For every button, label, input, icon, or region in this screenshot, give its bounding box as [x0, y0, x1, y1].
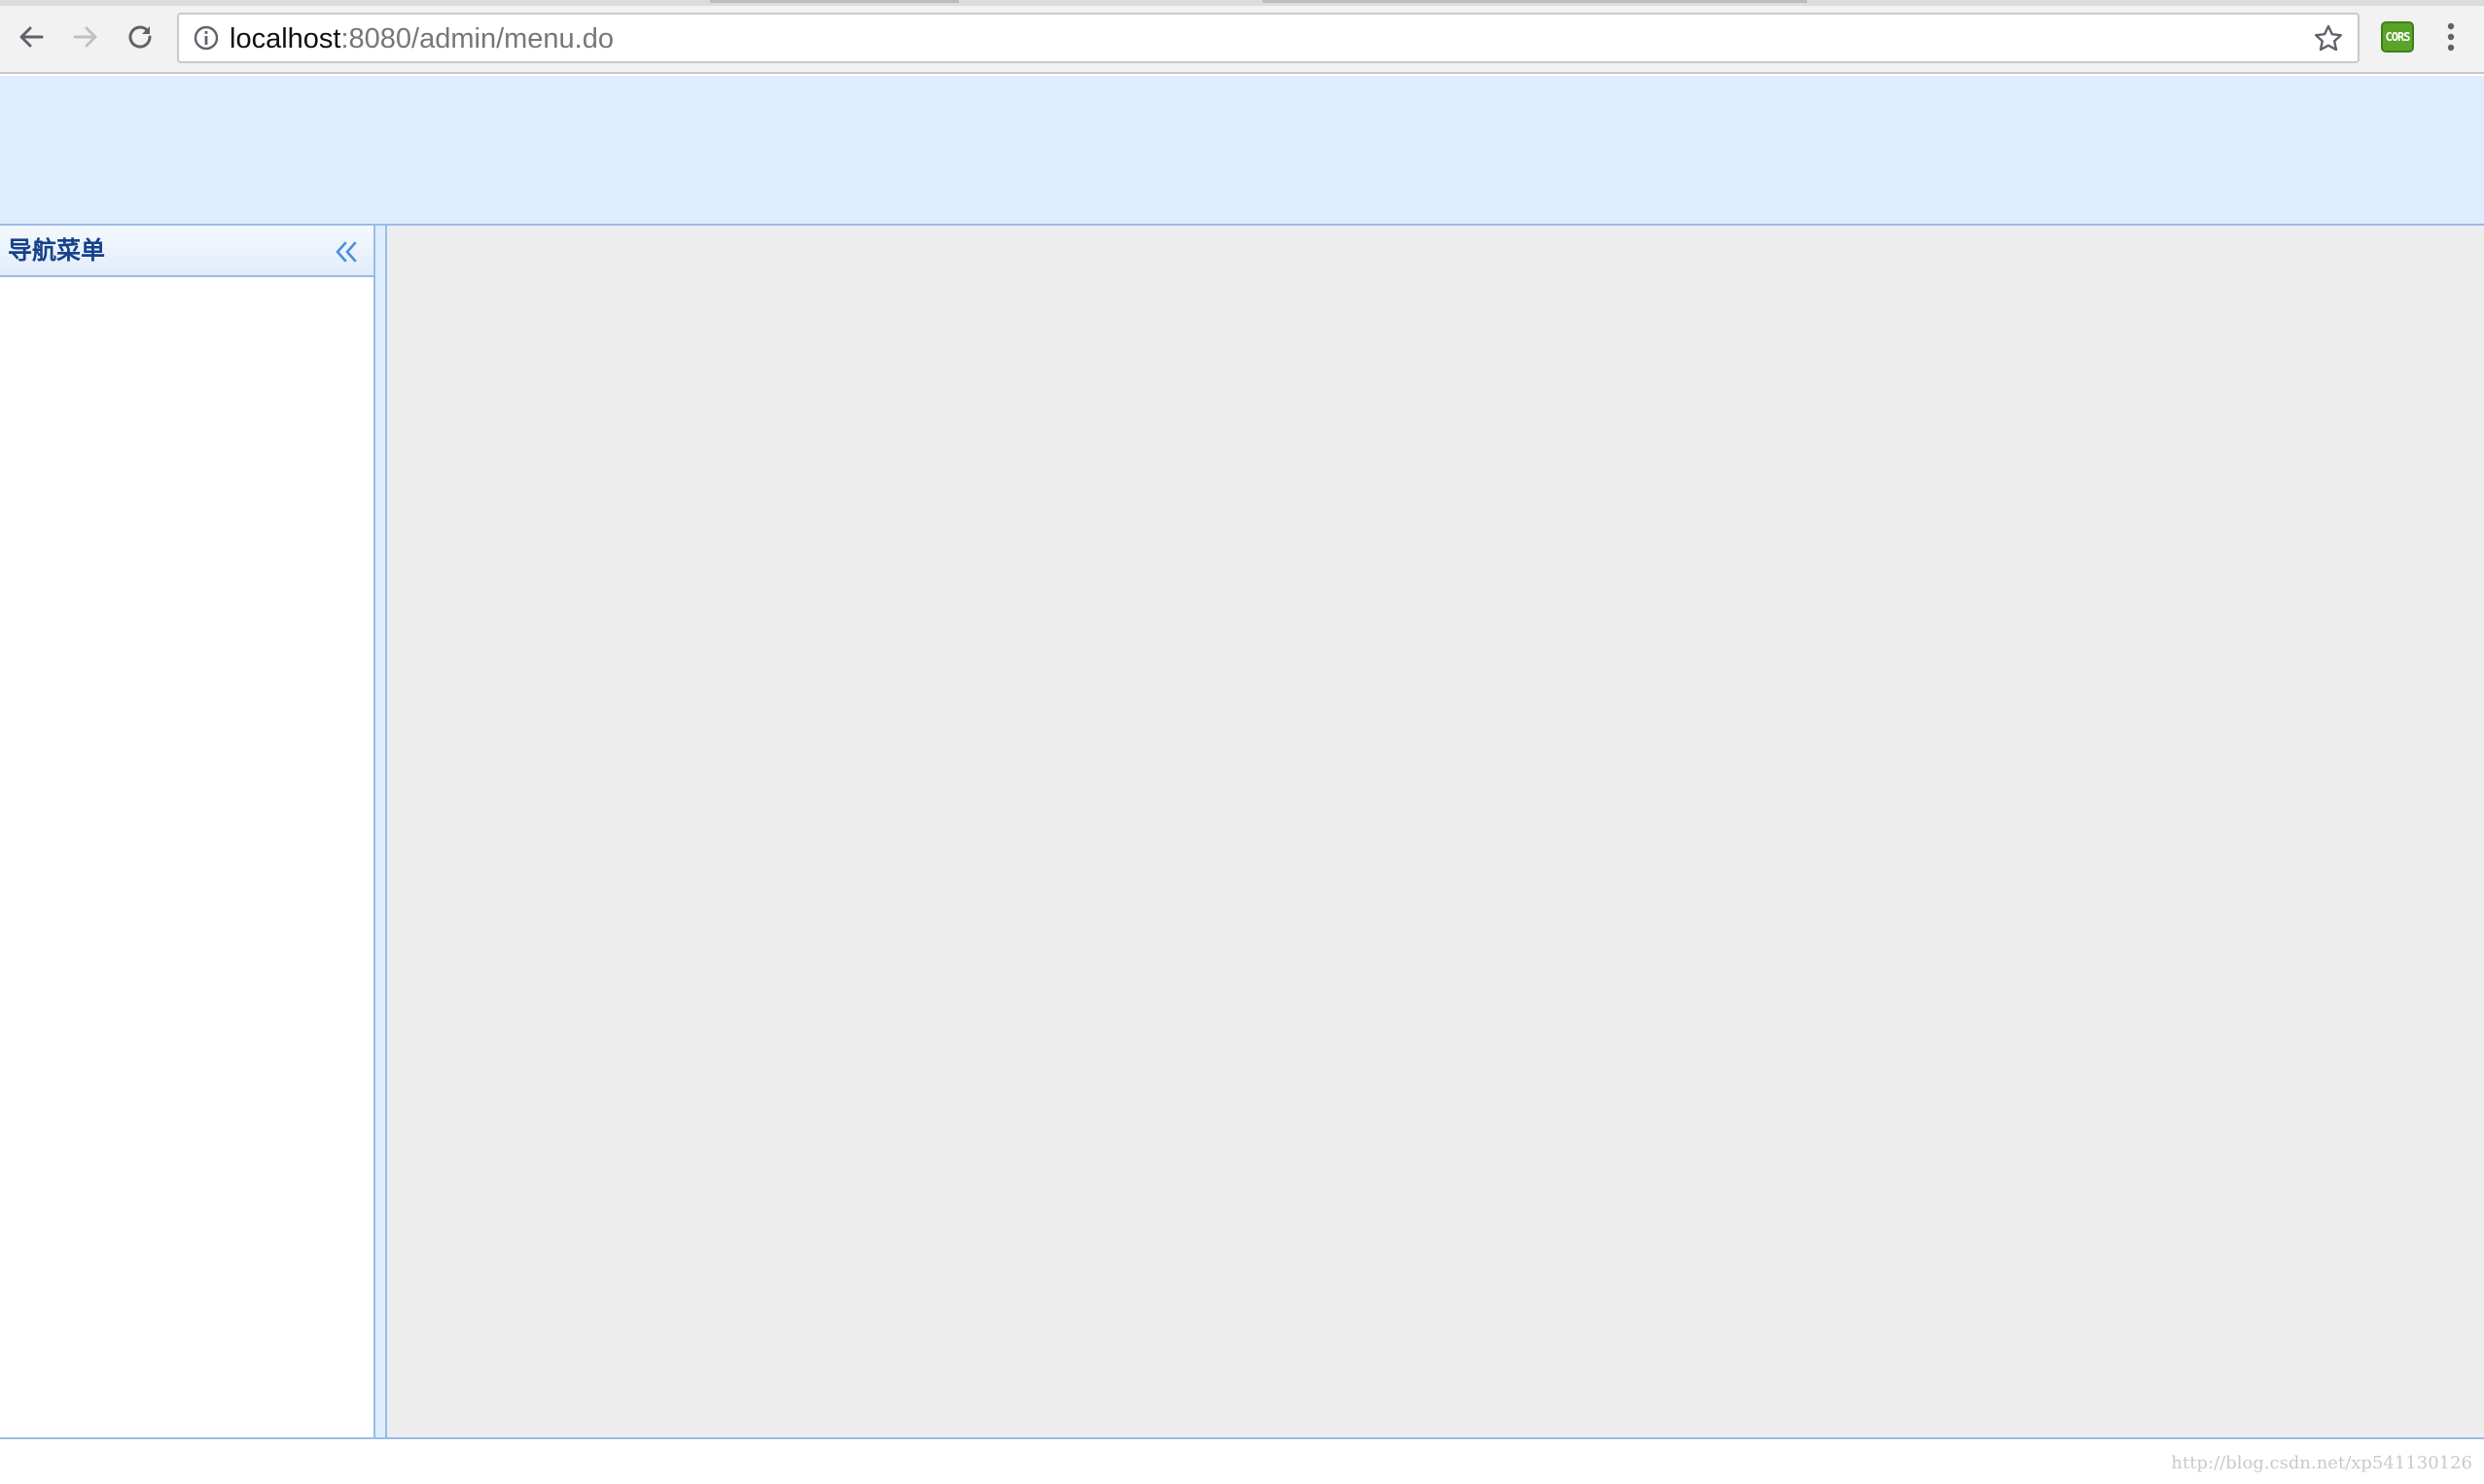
address-bar[interactable]: localhost:8080/admin/menu.do	[177, 13, 2360, 63]
forward-arrow-icon	[73, 26, 97, 48]
forward-button[interactable]	[62, 14, 109, 60]
back-arrow-icon	[19, 26, 44, 48]
tab-edge	[710, 0, 959, 3]
browser-toolbar: localhost:8080/admin/menu.do CORS	[0, 0, 2484, 74]
url-host: localhost	[230, 23, 341, 54]
watermark-text: http://blog.csdn.net/xp541130126	[2171, 1453, 2472, 1473]
west-nav-panel: 导航菜单	[0, 226, 375, 1439]
cors-extension-icon[interactable]: CORS	[2381, 21, 2414, 53]
kebab-menu-icon[interactable]	[2435, 18, 2466, 56]
double-chevron-left-icon[interactable]	[333, 238, 360, 265]
reload-button[interactable]	[117, 14, 163, 60]
region-splitter[interactable]	[375, 226, 387, 1439]
west-panel-header: 导航菜单	[0, 226, 373, 277]
info-icon[interactable]	[193, 24, 220, 52]
west-panel-title: 导航菜单	[8, 237, 106, 265]
reload-icon	[128, 25, 152, 49]
star-icon[interactable]	[2313, 23, 2344, 54]
center-content	[387, 226, 2484, 1439]
back-button[interactable]	[8, 14, 54, 60]
tab-strip	[0, 0, 2484, 6]
north-banner	[0, 76, 2484, 226]
tab-edge	[1262, 0, 1807, 3]
url-text[interactable]: localhost:8080/admin/menu.do	[230, 24, 614, 53]
url-path: :8080/admin/menu.do	[340, 23, 614, 54]
bottom-border	[0, 1437, 2484, 1439]
